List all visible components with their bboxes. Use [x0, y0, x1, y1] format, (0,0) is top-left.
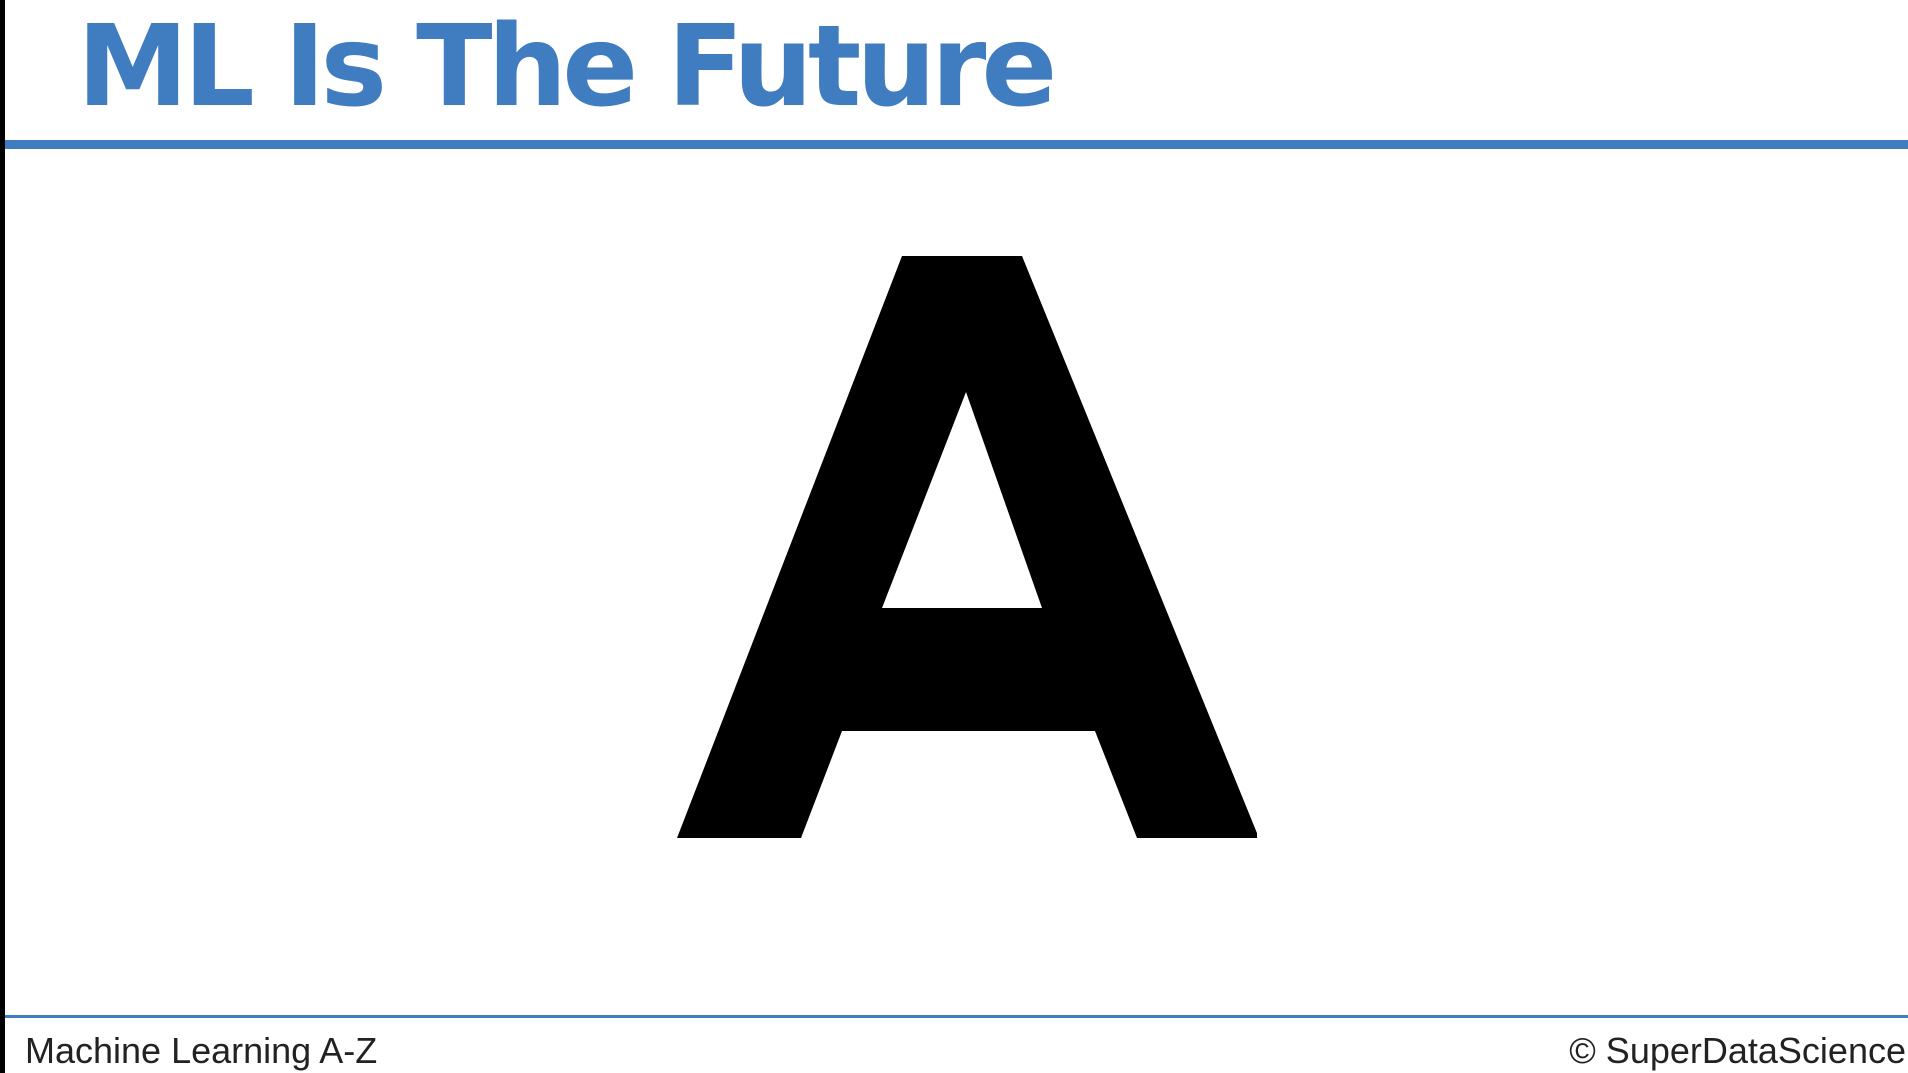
letter-a-glyph: [677, 256, 1257, 838]
big-letter-a: [677, 256, 1257, 838]
footer-copyright: © SuperDataScience: [1569, 1030, 1906, 1071]
title-divider: [5, 140, 1908, 149]
slide: ML Is The Future Machine Learning A-Z © …: [5, 0, 1908, 1073]
slide-title: ML Is The Future: [77, 2, 1057, 132]
footer-course-name: Machine Learning A-Z: [25, 1030, 378, 1071]
footer-divider: [5, 1015, 1908, 1018]
